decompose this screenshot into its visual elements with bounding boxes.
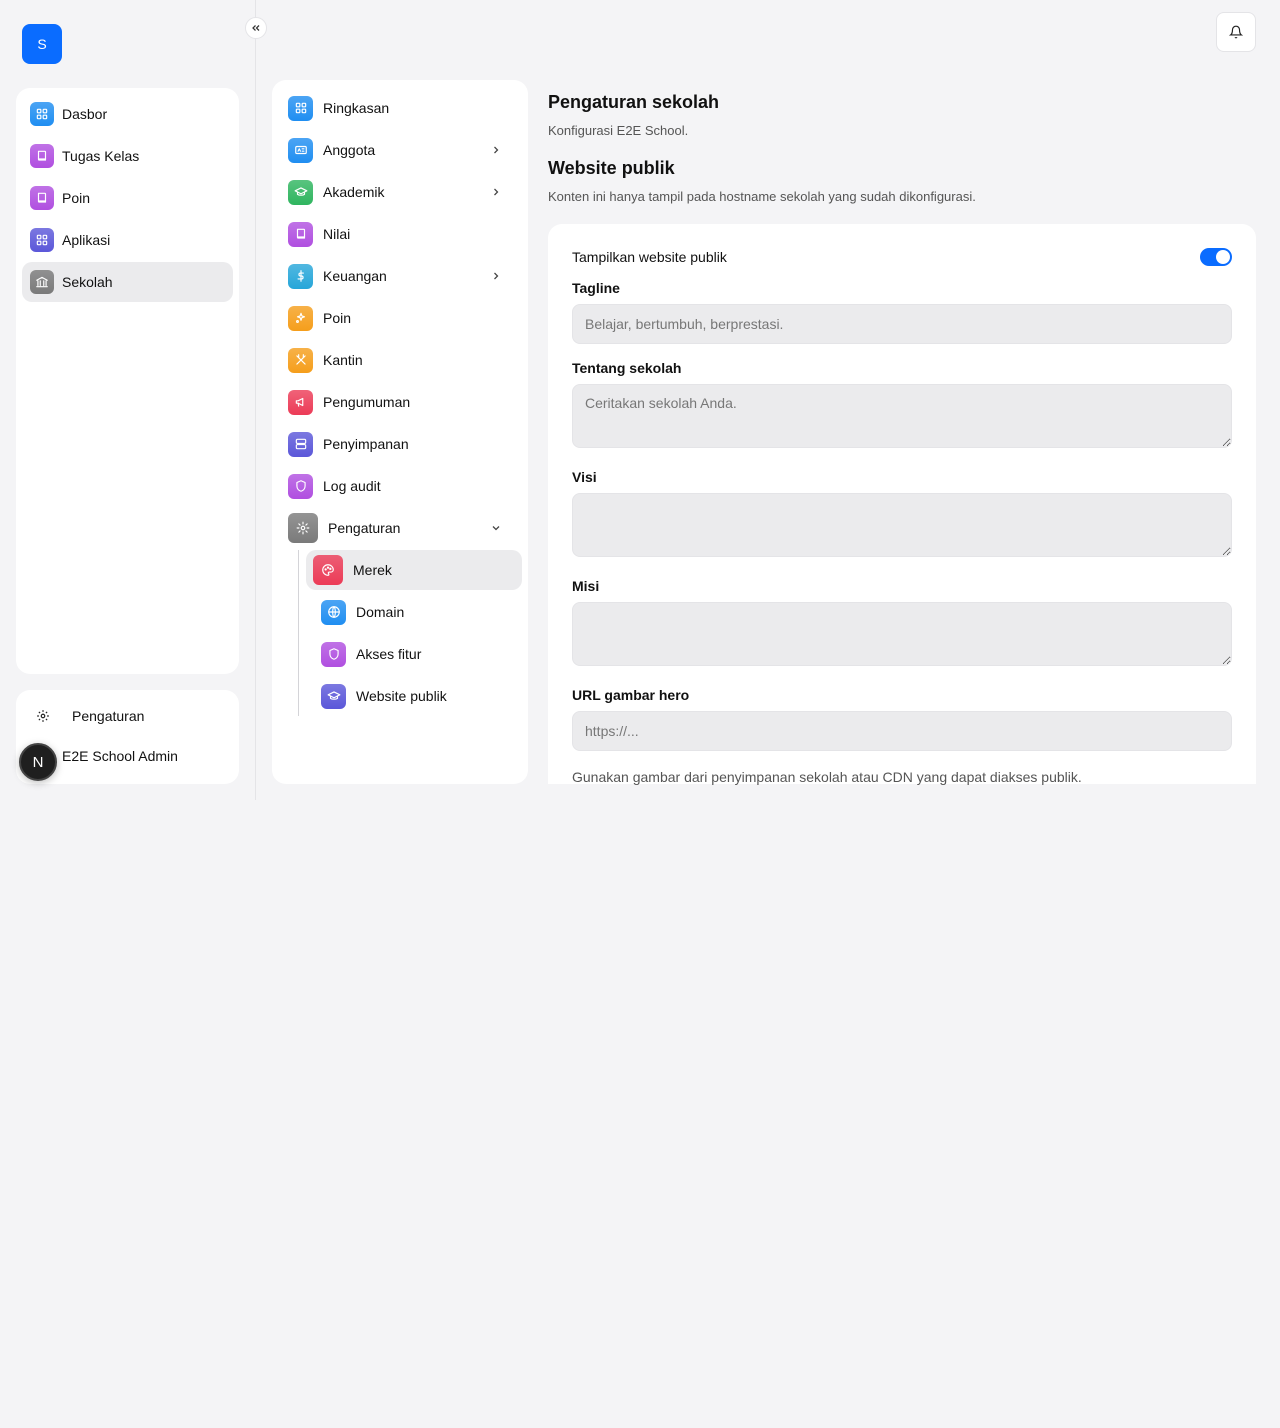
tagline-label: Tagline <box>572 280 620 296</box>
settings-nav-label: Pengaturan <box>328 520 401 536</box>
settings-nav-label: Ringkasan <box>323 100 390 116</box>
settings-nav-item-pengumuman[interactable]: Pengumuman <box>278 382 522 422</box>
public-website-toggle[interactable] <box>1200 248 1232 266</box>
book-icon <box>30 186 54 210</box>
graduation-cap-icon <box>321 683 346 709</box>
sidebar-settings-label: Pengaturan <box>72 708 145 724</box>
vision-textarea[interactable] <box>572 493 1232 557</box>
graduation-cap-icon <box>288 179 313 205</box>
sidebar-item-label: Sekolah <box>62 274 113 290</box>
settings-subnav-label: Merek <box>353 562 392 578</box>
settings-subnav-item-merek[interactable]: Merek <box>306 550 522 590</box>
megaphone-icon <box>288 389 313 415</box>
grid-icon <box>288 95 313 121</box>
settings-subnav-label: Website publik <box>356 688 447 704</box>
hero-url-label: URL gambar hero <box>572 687 690 703</box>
sidebar-item-dasbor[interactable]: Dasbor <box>22 94 233 134</box>
settings-subnav-label: Akses fitur <box>356 646 422 662</box>
about-label: Tentang sekolah <box>572 360 682 376</box>
settings-nav-label: Akademik <box>323 184 385 200</box>
settings-nav-item-poin[interactable]: Poin <box>278 298 522 338</box>
sidebar-item-label: Poin <box>62 190 91 206</box>
hero-url-input[interactable] <box>572 711 1232 751</box>
chevrons-left-icon <box>252 25 260 31</box>
chevron-down-icon <box>490 521 502 537</box>
globe-icon <box>321 599 346 625</box>
utensils-icon <box>288 347 313 373</box>
sidebar-item-tugas-kelas[interactable]: Tugas Kelas <box>22 136 233 176</box>
settings-nav-label: Penyimpanan <box>323 436 409 452</box>
hero-url-hint: Gunakan gambar dari penyimpanan sekolah … <box>572 769 1082 785</box>
settings-subnav-item-domain[interactable]: Domain <box>313 592 522 632</box>
main-content: Pengaturan sekolah Konfigurasi E2E Schoo… <box>548 80 1256 204</box>
avatar[interactable]: N <box>19 743 57 781</box>
sparkle-icon <box>288 305 313 331</box>
page-subtitle: Konfigurasi E2E School. <box>548 123 689 138</box>
settings-nav-item-anggota[interactable]: Anggota <box>278 130 522 170</box>
settings-nav-item-ringkasan[interactable]: Ringkasan <box>278 88 522 128</box>
gear-icon <box>36 709 56 723</box>
sidebar-item-label: Dasbor <box>62 106 108 122</box>
settings-subnav-item-website-publik[interactable]: Website publik <box>313 676 522 716</box>
page-title: Pengaturan sekolah <box>548 92 720 112</box>
section-title: Website publik <box>548 158 675 178</box>
section-description: Konten ini hanya tampil pada hostname se… <box>548 189 976 204</box>
settings-nav-item-log-audit[interactable]: Log audit <box>278 466 522 506</box>
settings-subnav-label: Domain <box>356 604 405 620</box>
settings-nav-label: Kantin <box>323 352 363 368</box>
settings-subnav: Merek Domain Akses fitur Website publik <box>298 550 522 716</box>
settings-nav: Ringkasan Anggota Akademik Nilai Keuangan Poi… <box>272 80 528 784</box>
settings-nav-item-akademik[interactable]: Akademik <box>278 172 522 212</box>
settings-nav-label: Pengumuman <box>323 394 411 410</box>
settings-nav-label: Nilai <box>323 226 351 242</box>
chevron-right-icon <box>490 269 502 285</box>
server-icon <box>288 431 313 457</box>
settings-nav-label: Poin <box>323 310 352 326</box>
chevron-right-icon <box>490 185 502 201</box>
palette-icon <box>313 555 343 585</box>
sidebar-item-poin[interactable]: Poin <box>22 178 233 218</box>
grid-icon <box>30 102 54 126</box>
settings-nav-item-keuangan[interactable]: Keuangan <box>278 256 522 296</box>
grid-icon <box>30 228 54 252</box>
public-website-form: Tampilkan website publik Tagline Tentang… <box>548 224 1256 785</box>
settings-nav-label: Log audit <box>323 478 381 494</box>
toggle-row: Tampilkan website publik <box>572 248 1232 266</box>
book-icon <box>288 221 313 247</box>
sidebar-item-aplikasi[interactable]: Aplikasi <box>22 220 233 260</box>
vision-label: Visi <box>572 469 597 485</box>
main-nav: Dasbor Tugas Kelas Poin Aplikasi Sekolah <box>16 88 239 674</box>
sidebar-settings-link[interactable]: Pengaturan <box>22 696 233 736</box>
settings-nav-label: Keuangan <box>323 268 387 284</box>
book-icon <box>30 144 54 168</box>
settings-nav-item-nilai[interactable]: Nilai <box>278 214 522 254</box>
bell-icon <box>1229 25 1243 39</box>
mission-textarea[interactable] <box>572 602 1232 666</box>
shield-icon <box>288 473 313 499</box>
sidebar-item-label: Aplikasi <box>62 232 111 248</box>
settings-nav-item-penyimpanan[interactable]: Penyimpanan <box>278 424 522 464</box>
dollar-icon <box>288 263 313 289</box>
about-textarea[interactable] <box>572 384 1232 448</box>
sidebar-item-sekolah[interactable]: Sekolah <box>22 262 233 302</box>
app-logo[interactable]: S <box>22 24 62 64</box>
tagline-input[interactable] <box>572 304 1232 344</box>
shield-icon <box>321 641 346 667</box>
notifications-button[interactable] <box>1216 12 1256 52</box>
settings-nav-label: Anggota <box>323 142 376 158</box>
sidebar-item-label: Tugas Kelas <box>62 148 140 164</box>
user-name: E2E School Admin <box>62 748 178 764</box>
bank-icon <box>30 270 54 294</box>
id-card-icon <box>288 137 313 163</box>
gear-icon <box>288 513 318 543</box>
collapse-sidebar-button[interactable] <box>245 17 267 39</box>
settings-subnav-item-akses-fitur[interactable]: Akses fitur <box>313 634 522 674</box>
mission-label: Misi <box>572 578 600 594</box>
app-sidebar: S Dasbor Tugas Kelas Poin Aplikasi Sekolah P… <box>0 0 256 800</box>
chevron-right-icon <box>490 143 502 159</box>
settings-nav-item-kantin[interactable]: Kantin <box>278 340 522 380</box>
toggle-label: Tampilkan website publik <box>572 249 727 265</box>
settings-nav-item-pengaturan[interactable]: Pengaturan <box>278 508 522 548</box>
